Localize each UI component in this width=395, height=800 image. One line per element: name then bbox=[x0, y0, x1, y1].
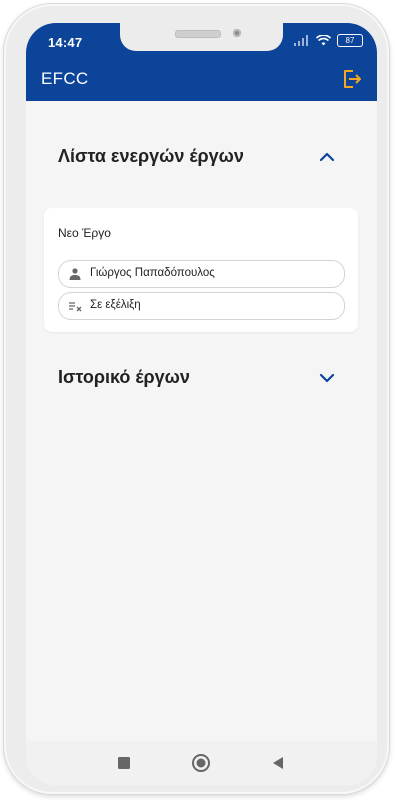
project-card[interactable]: Νεο Έργο Γιώργος Παπαδόπουλος Σε εξέλιξη bbox=[44, 208, 358, 332]
speaker-grille bbox=[175, 30, 221, 38]
back-triangle-icon[interactable] bbox=[268, 753, 288, 773]
chevron-down-icon[interactable] bbox=[317, 368, 337, 388]
project-person-pill: Γιώργος Παπαδόπουλος bbox=[58, 260, 345, 288]
signal-icon bbox=[294, 35, 308, 46]
status-bar: 14:47 87 bbox=[26, 23, 377, 59]
status-time: 14:47 bbox=[48, 35, 83, 50]
person-icon bbox=[69, 268, 81, 280]
project-status-pill: Σε εξέλιξη bbox=[58, 292, 345, 320]
active-projects-title: Λίστα ενεργών έργων bbox=[58, 146, 244, 166]
app-bar: EFCC bbox=[26, 59, 377, 101]
chevron-up-icon[interactable] bbox=[317, 147, 337, 167]
notch bbox=[120, 23, 283, 51]
status-icons: 87 bbox=[294, 34, 363, 47]
screen: 14:47 87 EFCC Λίστα ενεργών έργων Νεο Έρ… bbox=[26, 23, 377, 785]
history-title: Ιστορικό έργων bbox=[58, 367, 190, 387]
app-title: EFCC bbox=[41, 69, 89, 88]
square-icon[interactable] bbox=[114, 753, 134, 773]
pending-tasks-icon bbox=[69, 302, 82, 312]
logout-icon[interactable] bbox=[340, 67, 364, 91]
phone-frame: 14:47 87 EFCC Λίστα ενεργών έργων Νεο Έρ… bbox=[4, 4, 389, 794]
system-nav-bar bbox=[26, 741, 377, 785]
active-projects-header[interactable]: Λίστα ενεργών έργων bbox=[26, 137, 377, 177]
project-person: Γιώργος Παπαδόπουλος bbox=[90, 267, 215, 279]
battery-indicator: 87 bbox=[337, 34, 363, 47]
wifi-icon bbox=[316, 35, 331, 46]
project-status: Σε εξέλιξη bbox=[90, 299, 141, 311]
project-name: Νεο Έργο bbox=[58, 226, 111, 240]
circle-icon[interactable] bbox=[191, 753, 211, 773]
front-camera bbox=[233, 29, 241, 37]
history-header[interactable]: Ιστορικό έργων bbox=[26, 358, 377, 398]
